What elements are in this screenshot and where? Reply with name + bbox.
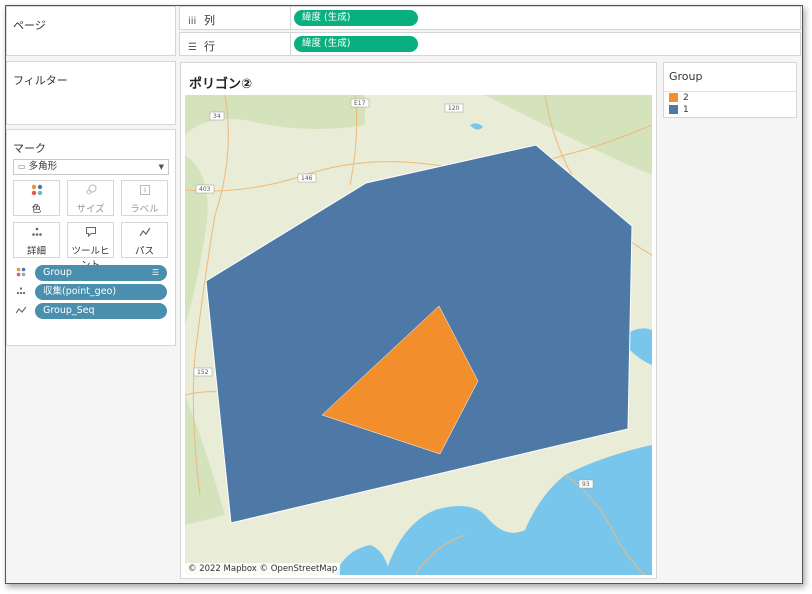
label-button[interactable]: ラベル	[121, 180, 168, 216]
size-button-label: サイズ	[76, 204, 105, 215]
columns-label-text: 列	[204, 14, 215, 27]
rows-pill[interactable]: 緯度 (生成)	[294, 36, 418, 52]
group-pill[interactable]: Group ☰	[35, 265, 167, 281]
map-attribution[interactable]: © 2022 Mapbox © OpenStreetMap	[185, 563, 341, 575]
legend-divider	[664, 91, 796, 92]
sort-icon: ☰	[151, 268, 159, 277]
viz-title: ポリゴン②	[189, 77, 253, 92]
legend-item[interactable]: 2	[669, 93, 689, 105]
columns-icon: iii	[188, 16, 197, 27]
color-icon	[16, 267, 30, 280]
color-button[interactable]: 色	[13, 180, 60, 216]
group-pill-label: Group	[43, 267, 72, 278]
legend-item[interactable]: 1	[669, 105, 689, 117]
map-svg: 34 E17 120 403 146 152 93	[185, 95, 652, 575]
path-button[interactable]: パス	[121, 222, 168, 258]
size-icon	[68, 184, 113, 200]
detail-button[interactable]: 詳細	[13, 222, 60, 258]
road-label: E17	[354, 100, 366, 107]
size-button[interactable]: サイズ	[67, 180, 114, 216]
shelf-divider	[290, 33, 291, 55]
tableau-window: ページ iii 列 緯度 (生成) ☰ 行 緯度 (生成) フィルター マーク ▭ …	[5, 5, 803, 584]
columns-shelf[interactable]: iii 列 緯度 (生成)	[179, 6, 801, 30]
detail-button-label: 詳細	[26, 246, 46, 257]
rows-icon: ☰	[188, 42, 197, 53]
road-label: 120	[448, 105, 460, 112]
tooltip-button[interactable]: ツールヒント	[67, 222, 114, 271]
marks-field-row: Group ☰	[13, 265, 171, 281]
viz-pane: ポリゴン② 34 E17 120 403 146 152 93 © 2022 M…	[180, 62, 657, 579]
marks-field-row: 収集(point_geo)	[13, 284, 171, 300]
rows-shelf-label: ☰ 行	[188, 38, 215, 54]
mark-type-dropdown[interactable]: ▭ 多角形 ▼	[13, 159, 169, 175]
map-canvas[interactable]: 34 E17 120 403 146 152 93 © 2022 Mapbox …	[185, 95, 652, 575]
group-seq-pill[interactable]: Group_Seq	[35, 303, 167, 319]
legend-title: Group	[669, 70, 703, 83]
color-legend: Group 2 1	[663, 62, 797, 118]
columns-shelf-label: iii 列	[188, 12, 215, 28]
pages-shelf[interactable]: ページ	[6, 6, 176, 56]
path-icon	[122, 226, 167, 242]
road-label: 93	[582, 481, 590, 488]
detail-icon	[16, 286, 30, 299]
tooltip-icon	[68, 226, 113, 242]
detail-icon	[14, 226, 59, 242]
polygon-icon: ▭	[18, 162, 26, 171]
path-icon	[15, 305, 30, 318]
road-label: 403	[199, 186, 211, 193]
rows-shelf[interactable]: ☰ 行 緯度 (生成)	[179, 32, 801, 56]
label-button-label: ラベル	[130, 204, 159, 215]
path-button-label: パス	[134, 246, 154, 257]
filters-shelf[interactable]: フィルター	[6, 61, 176, 125]
label-icon	[122, 184, 167, 200]
legend-swatch	[669, 105, 678, 114]
mark-type-value: 多角形	[28, 161, 58, 172]
marks-card: マーク ▭ 多角形 ▼ 色 サイズ ラベル 詳細 ツールヒ パス Group ☰…	[6, 129, 176, 346]
chevron-down-icon: ▼	[158, 163, 164, 171]
columns-pill[interactable]: 緯度 (生成)	[294, 10, 418, 26]
marks-card-title: マーク	[13, 142, 46, 155]
point-geo-pill[interactable]: 収集(point_geo)	[35, 284, 167, 300]
color-button-label: 色	[31, 204, 42, 215]
rows-label-text: 行	[204, 40, 215, 53]
road-label: 152	[197, 369, 209, 376]
marks-field-row: Group_Seq	[13, 303, 171, 319]
pages-shelf-label: ページ	[13, 19, 46, 32]
road-label: 34	[213, 113, 221, 120]
legend-swatch	[669, 93, 678, 102]
legend-item-label: 2	[683, 93, 689, 103]
color-icon	[14, 184, 59, 200]
legend-item-label: 1	[683, 105, 689, 115]
filters-shelf-label: フィルター	[13, 74, 68, 87]
road-label: 146	[301, 175, 313, 182]
shelf-divider	[290, 7, 291, 29]
